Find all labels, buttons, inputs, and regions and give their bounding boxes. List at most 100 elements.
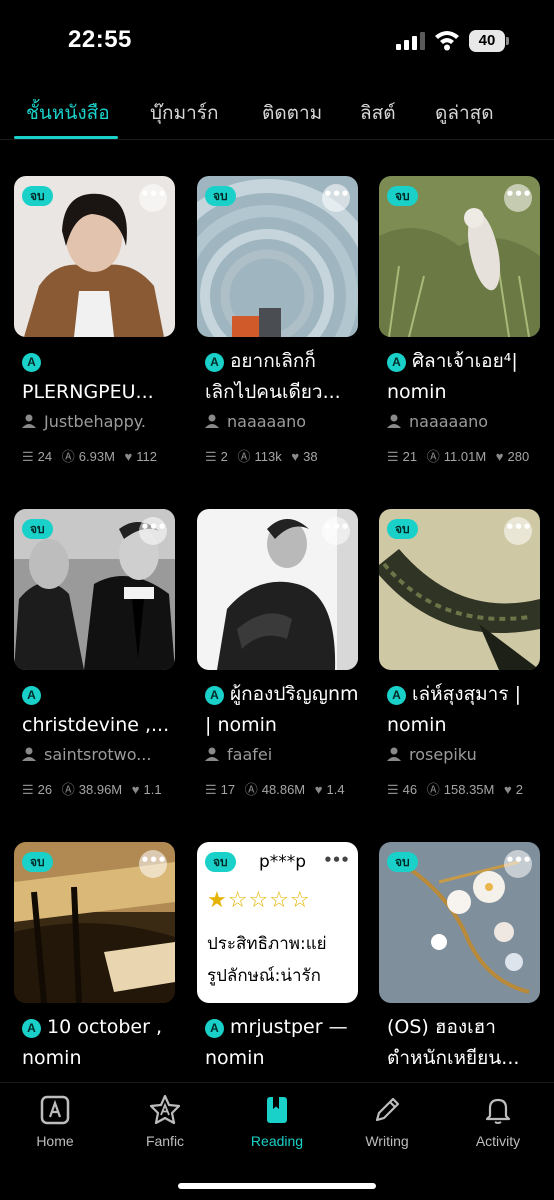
reads-icon: Ⓐ xyxy=(244,782,258,797)
completed-badge: จบ xyxy=(387,852,418,872)
completed-badge: จบ xyxy=(22,519,53,539)
tab-lists[interactable]: ลิสต์ xyxy=(360,98,396,128)
book-cover[interactable]: จบ ••• xyxy=(379,842,540,1003)
fanfic-icon xyxy=(149,1095,181,1125)
chapters-icon: ☰ xyxy=(205,449,217,464)
nav-fanfic[interactable]: Fanfic xyxy=(120,1095,210,1149)
nav-reading[interactable]: Reading xyxy=(232,1095,322,1149)
more-options-icon[interactable]: ••• xyxy=(139,850,167,878)
more-options-icon[interactable]: ••• xyxy=(322,850,350,878)
more-options-icon[interactable]: ••• xyxy=(504,850,532,878)
story-type-icon: A xyxy=(205,686,224,705)
likes-icon: ♥ xyxy=(314,782,323,797)
reads-icon: Ⓐ xyxy=(237,449,251,464)
likes-icon: ♥ xyxy=(131,782,140,797)
home-icon xyxy=(40,1095,70,1125)
story-type-icon: A xyxy=(205,353,224,372)
more-options-icon[interactable]: ••• xyxy=(504,517,532,545)
book-stats: ☰ 2 Ⓐ 113k ♥ 38 xyxy=(205,449,318,464)
book-cover[interactable]: จบ ••• xyxy=(14,509,175,670)
chapters-icon: ☰ xyxy=(22,782,34,797)
status-bar: 22:55 40 xyxy=(0,0,554,80)
person-icon xyxy=(387,747,401,761)
book-title[interactable]: A ผู้กองปริญญnm | nomin xyxy=(205,679,359,741)
book-stats: ☰ 21 Ⓐ 11.01M ♥ 280 xyxy=(387,449,530,464)
person-icon xyxy=(387,414,401,428)
battery-icon: 40 xyxy=(469,30,509,52)
likes-icon: ♥ xyxy=(495,449,504,464)
completed-badge: จบ xyxy=(387,186,418,206)
chapters-icon: ☰ xyxy=(205,782,217,797)
book-author[interactable]: Justbehappy. xyxy=(22,412,176,431)
story-type-icon: A xyxy=(22,1019,41,1038)
chapters-icon: ☰ xyxy=(387,782,399,797)
more-options-icon[interactable]: ••• xyxy=(139,184,167,212)
book-author[interactable]: rosepiku xyxy=(387,745,541,764)
person-icon xyxy=(22,414,36,428)
more-options-icon[interactable]: ••• xyxy=(322,184,350,212)
book-stats: ☰ 46 Ⓐ 158.35M ♥ 2 xyxy=(387,782,523,797)
book-cover[interactable]: จบ ••• xyxy=(197,176,358,337)
more-options-icon[interactable]: ••• xyxy=(322,517,350,545)
book-cover[interactable]: จบ ••• xyxy=(379,509,540,670)
book-cover[interactable]: จบ ••• xyxy=(14,842,175,1003)
reads-icon: Ⓐ xyxy=(426,449,440,464)
completed-badge: จบ xyxy=(22,852,53,872)
story-type-icon: A xyxy=(387,686,406,705)
book-title[interactable]: A christdevine ,... xyxy=(22,679,176,741)
more-options-icon[interactable]: ••• xyxy=(504,184,532,212)
nav-activity[interactable]: Activity xyxy=(453,1095,543,1149)
chapters-icon: ☰ xyxy=(22,449,34,464)
completed-badge: จบ xyxy=(22,186,53,206)
completed-badge: จบ xyxy=(387,519,418,539)
cover-stars: ★☆☆☆☆ xyxy=(207,888,311,913)
book-title[interactable]: Amrjustper — nomin xyxy=(205,1012,359,1074)
active-tab-indicator xyxy=(14,136,118,139)
book-title[interactable]: A เล่ห์สุงสุมาร | nomin xyxy=(387,679,541,741)
book-cover[interactable]: จบ ••• xyxy=(379,176,540,337)
person-icon xyxy=(22,747,36,761)
nav-writing[interactable]: Writing xyxy=(342,1095,432,1149)
cover-username: p***p xyxy=(259,852,307,872)
book-stats: ☰ 26 Ⓐ 38.96M ♥ 1.1 xyxy=(22,782,162,797)
book-cover[interactable]: จบ ••• xyxy=(14,176,175,337)
book-stats: ☰ 24 Ⓐ 6.93M ♥ 112 xyxy=(22,449,157,464)
tab-recent[interactable]: ดูล่าสุด xyxy=(435,98,494,128)
more-options-icon[interactable]: ••• xyxy=(139,517,167,545)
book-title[interactable]: (OS) ฮองเฮา ตำหนักเหยียน... xyxy=(387,1012,541,1074)
reading-icon xyxy=(267,1097,287,1123)
tab-following[interactable]: ติดตาม xyxy=(262,98,322,128)
book-cover[interactable]: p***p ★☆☆☆☆ ประสิทธิภาพ:แย่ รูปลักษณ์:น่… xyxy=(197,842,358,1003)
battery-level: 40 xyxy=(469,30,505,52)
tab-bookmarks[interactable]: บุ๊กมาร์ก xyxy=(150,98,218,128)
book-title[interactable]: A 10 october , nomin xyxy=(22,1012,176,1074)
cover-line-2: รูปลักษณ์:น่ารัก xyxy=(207,966,321,986)
likes-icon: ♥ xyxy=(503,782,512,797)
shelf-tabs: ชั้นหนังสือ บุ๊กมาร์ก ติดตาม ลิสต์ ดูล่า… xyxy=(0,88,554,140)
reads-icon: Ⓐ xyxy=(426,782,440,797)
book-author[interactable]: naaaaano xyxy=(387,412,541,431)
reads-icon: Ⓐ xyxy=(61,782,75,797)
book-title[interactable]: A ศิลาเจ้าเอย⁴| nomin xyxy=(387,346,541,408)
status-time: 22:55 xyxy=(68,26,132,53)
writing-icon xyxy=(375,1097,400,1122)
story-type-icon: A xyxy=(387,353,406,372)
likes-icon: ♥ xyxy=(291,449,300,464)
activity-icon xyxy=(485,1098,511,1124)
person-icon xyxy=(205,414,219,428)
book-author[interactable]: saintsrotwo... xyxy=(22,745,176,764)
chapters-icon: ☰ xyxy=(387,449,399,464)
book-author[interactable]: faafei xyxy=(205,745,359,764)
book-title[interactable]: A อยากเลิกก็ เลิกไปคนเดียว... xyxy=(205,346,359,408)
completed-badge: จบ xyxy=(205,186,236,206)
book-cover[interactable]: ••• xyxy=(197,509,358,670)
reads-icon: Ⓐ xyxy=(61,449,75,464)
person-icon xyxy=(205,747,219,761)
book-title[interactable]: A PLERNGPEU... xyxy=(22,346,176,408)
tab-bookshelf[interactable]: ชั้นหนังสือ xyxy=(26,98,110,128)
book-author[interactable]: naaaaano xyxy=(205,412,359,431)
story-type-icon: A xyxy=(205,1019,224,1038)
story-type-icon: A xyxy=(22,353,41,372)
home-indicator[interactable] xyxy=(178,1183,376,1189)
nav-home[interactable]: Home xyxy=(10,1095,100,1149)
